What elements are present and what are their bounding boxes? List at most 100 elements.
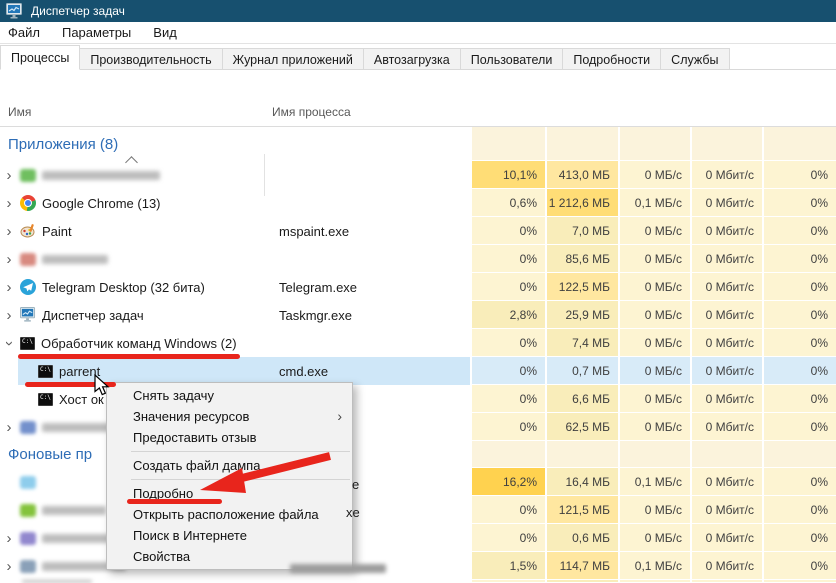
tab-users[interactable]: Пользователи (460, 48, 564, 70)
chevron-right-icon[interactable]: › (0, 419, 18, 436)
row-cells: 0%0,6 МБ0 МБ/с0 Мбит/с0% (470, 524, 836, 552)
memory-cell: 114,7 МБ (545, 552, 618, 580)
blurred-app-icon (20, 504, 36, 517)
disk-cell: 0 МБ/с (618, 357, 690, 385)
row-cells: 0%85,6 МБ0 МБ/с0 Мбит/с0% (470, 245, 836, 273)
process-name-label: Обработчик команд Windows (2) (41, 336, 237, 351)
gpu-cell: 0% (762, 161, 836, 189)
network-cell: 0 Мбит/с (690, 413, 762, 441)
disk-cell (618, 441, 690, 468)
tab-services[interactable]: Службы (660, 48, 729, 70)
process-name-label: Paint (42, 224, 72, 239)
row-cells: 0%62,5 МБ0 МБ/с0 Мбит/с0% (470, 413, 836, 441)
disk-cell: 0 МБ/с (618, 245, 690, 273)
row-cells (470, 441, 836, 468)
table-row-3[interactable]: ›Paintmspaint.exe 0%7,0 МБ0 МБ/с0 Мбит/с… (0, 217, 836, 245)
memory-cell: 0,7 МБ (545, 357, 618, 385)
chevron-right-icon[interactable]: › (0, 223, 18, 240)
blurred-process-name (42, 171, 160, 180)
memory-cell: 122,5 МБ (545, 273, 618, 301)
disk-cell: 0,1 МБ/с (618, 468, 690, 496)
process-name-label: Telegram Desktop (32 бита) (42, 280, 205, 295)
memory-cell: 85,6 МБ (545, 245, 618, 273)
memory-cell: 16,4 МБ (545, 468, 618, 496)
chevron-right-icon[interactable]: › (0, 167, 18, 184)
telegram-icon (20, 279, 36, 295)
ctx-search-online[interactable]: Поиск в Интернете (107, 525, 352, 546)
memory-cell: 1 212,6 МБ (545, 189, 618, 217)
chevron-right-icon[interactable]: › (0, 307, 18, 324)
table-row-1[interactable]: › 10,1%413,0 МБ0 МБ/с0 Мбит/с0% (0, 161, 836, 189)
chevron-right-icon[interactable]: › (0, 530, 18, 547)
process-exe-label: Telegram.exe (279, 280, 357, 295)
disk-cell: 0,1 МБ/с (618, 552, 690, 580)
menu-view[interactable]: Вид (142, 22, 188, 44)
gpu-cell: 0% (762, 413, 836, 441)
chevron-right-icon[interactable]: › (0, 251, 18, 268)
blurred-app-icon (20, 253, 36, 266)
table-row-2[interactable]: ›Google Chrome (13) 0,6%1 212,6 МБ0,1 МБ… (0, 189, 836, 217)
process-exe-label: mspaint.exe (279, 224, 349, 239)
network-cell: 0 Мбит/с (690, 245, 762, 273)
tab-app-history[interactable]: Журнал приложений (222, 48, 364, 70)
disk-cell (618, 127, 690, 161)
network-cell: 0 Мбит/с (690, 552, 762, 580)
chevron-down-icon[interactable]: › (0, 335, 18, 352)
tab-performance[interactable]: Производительность (79, 48, 222, 70)
column-header-name[interactable]: Имя (8, 105, 31, 119)
memory-cell: 7,4 МБ (545, 329, 618, 357)
disk-cell: 0 МБ/с (618, 273, 690, 301)
row-cells: 1,5%114,7 МБ0,1 МБ/с0 Мбит/с0% (470, 552, 836, 580)
tab-details[interactable]: Подробности (562, 48, 661, 70)
chevron-right-icon[interactable]: › (0, 195, 18, 212)
submenu-arrow-icon: › (337, 406, 342, 427)
tab-strip-filler (729, 48, 836, 70)
gpu-cell: 0% (762, 357, 836, 385)
gpu-cell: 0% (762, 385, 836, 413)
cmd-icon (20, 337, 35, 350)
row-cells: 2,8%25,9 МБ0 МБ/с0 Мбит/с0% (470, 301, 836, 329)
row-name-area: Приложения (8) (0, 127, 470, 161)
table-row-6[interactable]: ›Диспетчер задачTaskmgr.exe 2,8%25,9 МБ0… (0, 301, 836, 329)
table-row-8[interactable]: parrentcmd.exe 0%0,7 МБ0 МБ/с0 Мбит/с0% (0, 357, 836, 385)
menu-file[interactable]: Файл (0, 22, 51, 44)
memory-cell (545, 441, 618, 468)
title-bar[interactable]: Диспетчер задач (0, 0, 836, 22)
gpu-cell: 0% (762, 245, 836, 273)
process-name-fragment: xe (346, 505, 360, 520)
chevron-right-icon[interactable]: › (0, 279, 18, 296)
mouse-cursor (94, 374, 112, 398)
window-title: Диспетчер задач (31, 4, 125, 18)
gpu-cell (762, 127, 836, 161)
row-name-area: › Telegram Desktop (32 бита) Telegram.exe (0, 273, 470, 301)
row-name-area: › Paint mspaint.exe (0, 217, 470, 245)
table-row-4[interactable]: › 0%85,6 МБ0 МБ/с0 Мбит/с0% (0, 245, 836, 273)
gpu-cell: 0% (762, 552, 836, 580)
network-cell: 0 Мбит/с (690, 496, 762, 524)
memory-cell: 62,5 МБ (545, 413, 618, 441)
cpu-cell: 0% (470, 413, 545, 441)
table-header[interactable]: Имя Имя процесса 44%ЦП39%Память0%Диск0%С… (0, 70, 836, 127)
tab-processes[interactable]: Процессы (0, 45, 80, 70)
tab-startup[interactable]: Автозагрузка (363, 48, 461, 70)
cpu-cell (470, 441, 545, 468)
ctx-open-file-location[interactable]: Открыть расположение файла (107, 504, 352, 525)
table-row-7[interactable]: ›Обработчик команд Windows (2) 0%7,4 МБ0… (0, 329, 836, 357)
group-header-label: Приложения (8) (0, 136, 118, 153)
ctx-resource-values[interactable]: Значения ресурсов› (107, 406, 352, 427)
ctx-end-task[interactable]: Снять задачу (107, 385, 352, 406)
table-row-0[interactable]: Приложения (8) (0, 127, 836, 161)
chrome-icon (20, 195, 36, 211)
ctx-provide-feedback[interactable]: Предоставить отзыв (107, 427, 352, 448)
network-cell: 0 Мбит/с (690, 468, 762, 496)
cmd-icon (38, 393, 53, 406)
cpu-cell: 16,2% (470, 468, 545, 496)
gpu-cell: 0% (762, 329, 836, 357)
network-cell: 0 Мбит/с (690, 217, 762, 245)
blurred-app-icon (20, 560, 36, 573)
chevron-right-icon[interactable]: › (0, 558, 18, 575)
table-row-5[interactable]: ›Telegram Desktop (32 бита)Telegram.exe … (0, 273, 836, 301)
cpu-cell: 0% (470, 524, 545, 552)
column-header-process-name[interactable]: Имя процесса (272, 105, 351, 119)
menu-options[interactable]: Параметры (51, 22, 142, 44)
